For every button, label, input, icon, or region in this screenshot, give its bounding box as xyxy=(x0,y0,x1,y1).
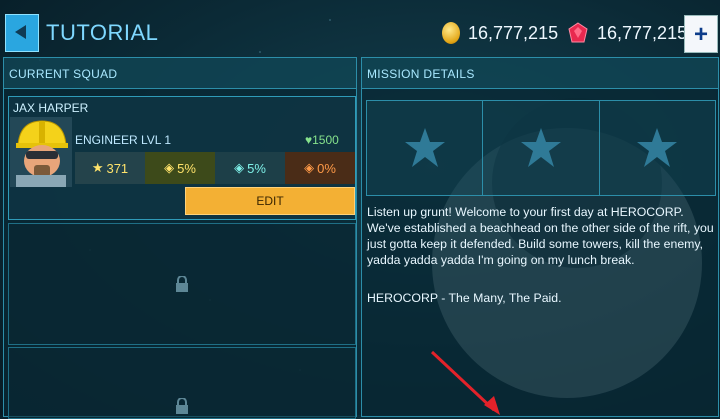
edit-button[interactable]: EDIT xyxy=(185,187,355,215)
engineer-portrait-icon xyxy=(10,117,72,187)
mission-panel-header: MISSION DETAILS xyxy=(362,58,718,89)
hero-name: JAX HARPER xyxy=(13,101,89,115)
hero-stats: ★ 371 ◈ 5% ◈ 5% ◈ 0% xyxy=(75,152,355,184)
gem-icon xyxy=(568,22,588,43)
back-button[interactable] xyxy=(5,14,39,52)
mission-signature: HEROCORP - The Many, The Paid. xyxy=(367,291,562,305)
hero-power: ♥1500 xyxy=(305,133,339,147)
plus-icon: + xyxy=(693,21,708,48)
star-icon: ★ xyxy=(91,160,104,175)
hero-class-level: ENGINEER LVL 1 xyxy=(75,133,172,147)
stat-yellow-gem-value: 5% xyxy=(177,160,196,176)
star-slot xyxy=(483,101,600,195)
mission-heading: MISSION DETAILS xyxy=(367,67,475,81)
squad-slot-locked[interactable] xyxy=(8,347,356,419)
lock-icon xyxy=(176,398,188,414)
stat-orange-gem: ◈ 0% xyxy=(285,152,355,184)
stat-star-value: 371 xyxy=(106,160,129,176)
mission-details-panel: MISSION DETAILS Listen up grunt! Welcome… xyxy=(361,57,719,417)
stat-orange-gem-value: 0% xyxy=(317,160,336,176)
coin-icon xyxy=(442,22,460,44)
hero-card[interactable]: JAX HARPER ENGINEER LVL 1 ♥1500 ★ 371 ◈ 5% xyxy=(8,96,356,220)
coin-count: 16,777,215 xyxy=(468,22,559,43)
page-title: TUTORIAL xyxy=(46,20,159,45)
squad-panel-header: CURRENT SQUAD xyxy=(4,58,356,89)
gem-count: 16,777,215 xyxy=(597,22,688,43)
top-bar: TUTORIAL 16,777,215 16,777,215 + xyxy=(0,0,720,58)
star-slot xyxy=(599,101,715,195)
lock-icon xyxy=(176,276,188,292)
mission-star-rating xyxy=(366,100,716,196)
stat-star: ★ 371 xyxy=(75,152,145,184)
stat-teal-gem-value: 5% xyxy=(247,160,266,176)
mission-description: Listen up grunt! Welcome to your first d… xyxy=(367,205,714,267)
hero-portrait xyxy=(10,117,72,187)
yellow-gem-icon: ◈ xyxy=(164,160,175,175)
coin-balance: 16,777,215 xyxy=(442,20,558,46)
add-currency-button[interactable]: + xyxy=(684,15,718,53)
back-arrow-icon xyxy=(15,25,26,39)
current-squad-panel: CURRENT SQUAD JAX HARPER ENGINEER LVL 1 … xyxy=(3,57,357,419)
star-slot xyxy=(367,101,484,195)
stat-yellow-gem: ◈ 5% xyxy=(145,152,215,184)
squad-slot-locked[interactable] xyxy=(8,223,356,345)
gem-balance: 16,777,215 xyxy=(567,20,687,46)
hero-power-value: 1500 xyxy=(312,133,339,147)
orange-gem-icon: ◈ xyxy=(304,160,315,175)
stat-teal-gem: ◈ 5% xyxy=(215,152,285,184)
empty-star-icon xyxy=(637,128,678,167)
squad-heading: CURRENT SQUAD xyxy=(9,67,118,81)
empty-star-icon xyxy=(520,128,561,167)
empty-star-icon xyxy=(404,128,445,167)
teal-gem-icon: ◈ xyxy=(234,160,245,175)
